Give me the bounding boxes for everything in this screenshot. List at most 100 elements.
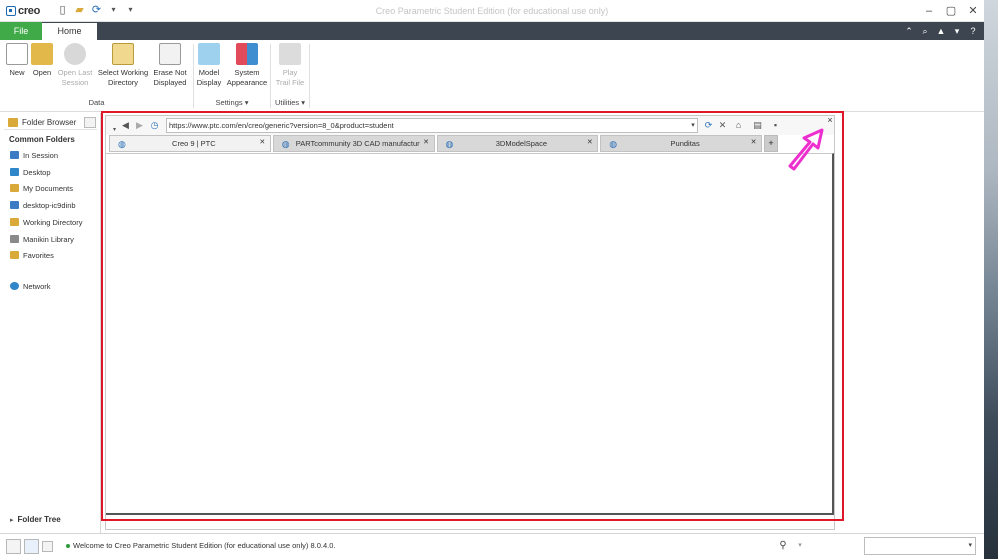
- new-file-icon: [6, 43, 28, 65]
- close-tab-icon[interactable]: ✕: [749, 138, 758, 147]
- nav-item-in-session[interactable]: In Session: [10, 149, 58, 161]
- desktop-icon: [10, 168, 19, 176]
- browser-toggle-button[interactable]: [24, 539, 39, 554]
- select-working-directory-button[interactable]: Select Working Directory: [97, 43, 149, 88]
- favorites-icon: [10, 251, 19, 259]
- folder-tree-toggle[interactable]: ▸ Folder Tree: [10, 515, 61, 524]
- window-title: Creo Parametric Student Edition (for edu…: [375, 6, 609, 16]
- folder-browser-label: Folder Browser: [22, 118, 77, 127]
- search-icon[interactable]: ⌕: [918, 24, 932, 38]
- browser-close-button[interactable]: ×: [826, 116, 834, 125]
- save-icon[interactable]: ▪: [769, 119, 782, 132]
- chevron-down-icon: ▾: [968, 542, 972, 549]
- forward-icon[interactable]: ▶: [133, 119, 146, 132]
- browser-tab[interactable]: ◍ Punditas ✕: [600, 135, 762, 152]
- eraser-icon: [159, 43, 181, 65]
- ribbon-tab-bar: File Home ⌃ ⌕ ▲ ▾ ?: [0, 22, 984, 40]
- chevron-right-icon: ▸: [10, 517, 14, 524]
- filter-dropdown-icon[interactable]: ▾: [795, 539, 805, 553]
- refresh-icon[interactable]: ⟳: [702, 119, 715, 132]
- ribbon-right-icons: ⌃ ⌕ ▲ ▾ ?: [902, 24, 980, 38]
- open-button[interactable]: Open: [31, 43, 53, 78]
- folder-icon: [10, 218, 19, 226]
- tab-file[interactable]: File: [0, 22, 42, 40]
- nav-item-computer[interactable]: desktop-ic9dinb: [10, 199, 76, 211]
- group-separator: [193, 44, 194, 108]
- computer-icon: [10, 201, 19, 209]
- help-icon[interactable]: ?: [966, 24, 980, 38]
- browser-viewport[interactable]: [106, 153, 834, 515]
- status-bar: Welcome to Creo Parametric Student Editi…: [0, 533, 984, 559]
- folder-browser-header[interactable]: Folder Browser: [4, 116, 97, 130]
- open-label: Open: [32, 68, 52, 77]
- new-label: New: [9, 68, 25, 77]
- system-appearance-button[interactable]: System Appearance: [226, 43, 268, 88]
- nav-item-manikin-library[interactable]: Manikin Library: [10, 233, 74, 245]
- browser-tab[interactable]: ◍ PARTcommunity 3D CAD manufacturer ✕: [272, 135, 435, 152]
- open-last-session-button[interactable]: Open Last Session: [56, 43, 94, 88]
- model-display-icon: [198, 43, 220, 65]
- fullscreen-checkbox[interactable]: [42, 541, 53, 552]
- minimize-icon[interactable]: –: [918, 0, 940, 22]
- close-icon[interactable]: ✕: [962, 0, 984, 22]
- system-appearance-icon: [236, 43, 258, 65]
- close-tab-icon[interactable]: ✕: [258, 138, 267, 147]
- stop-icon[interactable]: ✕: [716, 119, 729, 132]
- nav-item-favorites[interactable]: Favorites: [10, 249, 54, 261]
- play-trail-file-button[interactable]: Play Trail File: [273, 43, 307, 88]
- tree-toggle-button[interactable]: [6, 539, 21, 554]
- graduation-cap-icon[interactable]: ▲: [934, 24, 948, 38]
- status-indicator-icon: [66, 544, 70, 548]
- url-input[interactable]: https://www.ptc.com/en/creo/generic?vers…: [166, 118, 698, 133]
- close-tab-icon[interactable]: ✕: [585, 138, 594, 147]
- new-button[interactable]: New: [6, 43, 28, 78]
- group-settings-label[interactable]: Settings ▾: [196, 98, 268, 107]
- browser-tab[interactable]: ◍ 3DModelSpace ✕: [436, 135, 599, 152]
- open-folder-icon: [31, 43, 53, 65]
- browser-tab[interactable]: ◍ Creo 9 | PTC ✕: [109, 135, 271, 152]
- selection-filter-select[interactable]: ▾: [864, 537, 976, 555]
- manikin-icon: [10, 235, 19, 243]
- panel-pin-button[interactable]: [84, 117, 96, 128]
- globe-icon: ◍: [609, 139, 618, 149]
- back-icon[interactable]: ◀: [119, 119, 132, 132]
- nav-item-network[interactable]: Network: [10, 280, 51, 292]
- globe-icon: ◍: [445, 139, 454, 149]
- binoculars-icon[interactable]: ⚲: [776, 539, 790, 553]
- browser-navbar: ▾ ◀ ▶ ◷ https://www.ptc.com/en/creo/gene…: [106, 116, 834, 135]
- ribbon: New Open Open Last Session Select Workin…: [0, 40, 984, 112]
- tab-home[interactable]: Home: [42, 23, 97, 40]
- nav-item-desktop[interactable]: Desktop: [10, 166, 51, 178]
- menu-icon[interactable]: ▾: [950, 24, 964, 38]
- collapse-icon[interactable]: ⌃: [902, 24, 916, 38]
- url-dropdown-icon[interactable]: ▾: [688, 118, 698, 133]
- group-utilities-label[interactable]: Utilities ▾: [271, 98, 309, 107]
- print-icon[interactable]: ▤: [751, 119, 764, 132]
- play-trail-file-icon: [279, 43, 301, 65]
- folder-browser-panel: Folder Browser Common Folders In Session…: [0, 113, 101, 533]
- close-tab-icon[interactable]: ✕: [422, 138, 431, 147]
- home-icon[interactable]: ⌂: [732, 119, 745, 132]
- embedded-browser: ▾ ◀ ▶ ◷ https://www.ptc.com/en/creo/gene…: [105, 115, 835, 530]
- open-last-session-icon: [64, 43, 86, 65]
- browser-tab-strip: ◍ Creo 9 | PTC ✕ ◍ PARTcommunity 3D CAD …: [109, 135, 778, 152]
- network-icon: [10, 282, 19, 290]
- working-directory-icon: [112, 43, 134, 65]
- window-controls: – ▢ ✕: [918, 0, 984, 22]
- restore-icon[interactable]: ▢: [940, 0, 962, 22]
- new-tab-button[interactable]: +: [764, 135, 778, 152]
- common-folders-heading: Common Folders: [9, 135, 75, 144]
- desktop-background: [984, 0, 998, 559]
- globe-icon: ◍: [118, 139, 126, 149]
- nav-item-my-documents[interactable]: My Documents: [10, 182, 73, 194]
- globe-icon: ◍: [281, 139, 290, 149]
- folder-icon: [10, 184, 19, 192]
- status-message: Welcome to Creo Parametric Student Editi…: [73, 541, 336, 550]
- group-data-label: Data: [88, 98, 105, 107]
- model-display-button[interactable]: Model Display: [196, 43, 222, 88]
- creo-window: creo ▯ ▰ ⟳ ▾ ▾ Creo Parametric Student E…: [0, 0, 984, 559]
- group-separator: [309, 44, 310, 108]
- nav-item-working-directory[interactable]: Working Directory: [10, 216, 82, 228]
- erase-not-displayed-button[interactable]: Erase Not Displayed: [152, 43, 188, 88]
- history-icon[interactable]: ◷: [148, 119, 161, 132]
